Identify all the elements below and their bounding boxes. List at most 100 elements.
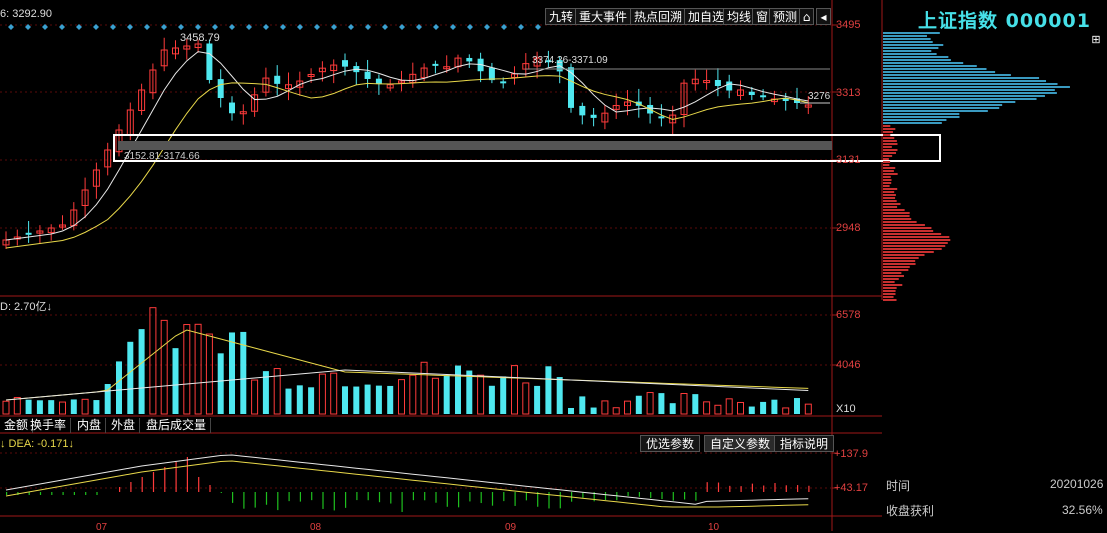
chip-bar: [883, 122, 942, 124]
chip-bar: [883, 149, 898, 151]
chip-bar: [883, 116, 960, 118]
macd-histogram-bar: [480, 492, 482, 504]
volume-bar: [330, 372, 338, 415]
chip-bar: [883, 140, 897, 142]
chip-bar: [883, 278, 899, 280]
export-icon[interactable]: ◂: [816, 8, 831, 25]
macd-histogram-bar: [763, 485, 765, 492]
signal-marker: [42, 24, 48, 30]
support-zone-label: 3152.81-3174.66: [124, 151, 200, 162]
candle-body-down: [748, 91, 755, 95]
profit-value: 32.56%: [1062, 503, 1103, 517]
toolbar-major-events-button[interactable]: 重大事件: [575, 8, 632, 25]
candle-body-down: [274, 75, 281, 84]
macd-histogram-bar: [232, 492, 234, 503]
volume-bar: [217, 353, 224, 414]
candle-body-down: [726, 81, 733, 91]
volume-bar: [364, 384, 371, 414]
volume-bar: [511, 365, 518, 415]
volume-bar: [116, 361, 122, 414]
chip-bar: [883, 38, 931, 40]
chip-bar: [883, 80, 1047, 82]
signal-marker: [348, 24, 354, 30]
high-price-label: 3458.79: [180, 32, 220, 44]
volume-bar: [590, 407, 597, 414]
chip-bar: [883, 221, 917, 223]
volume-bar: [522, 382, 530, 415]
chip-bar: [883, 110, 988, 112]
tab-outer-volume[interactable]: 外盘: [107, 418, 141, 433]
macd-histogram-bar: [785, 485, 787, 492]
support-zone-band: [118, 141, 832, 150]
volume-bar: [25, 399, 32, 414]
chip-bar: [883, 86, 1070, 88]
volume-bar: [782, 407, 790, 415]
chip-bar: [883, 293, 896, 295]
volume-bar: [81, 398, 89, 415]
signal-marker: [93, 24, 99, 30]
macd-histogram-bar: [469, 492, 471, 502]
chip-bar: [883, 62, 964, 64]
toolbar-hot-review-button[interactable]: 热点回溯: [630, 8, 687, 25]
last-price-label: 3276: [808, 91, 831, 102]
ma-readout: 6: 3292.90: [0, 8, 52, 20]
volume-bar: [466, 370, 473, 414]
macd-histogram-bar: [717, 482, 720, 492]
toolbar-add-watchlist-button[interactable]: 加自选: [684, 8, 729, 25]
chip-bar: [883, 134, 891, 136]
chip-bar: [883, 77, 1040, 79]
chip-bar: [883, 224, 925, 226]
chip-bar: [883, 101, 1016, 103]
volume-bar: [748, 406, 755, 414]
macd-histogram-bar: [390, 492, 392, 504]
macd-histogram-bar: [209, 485, 211, 492]
macd-histogram-bar: [378, 492, 381, 503]
candle-body-down: [500, 81, 507, 84]
signal-marker: [59, 24, 65, 30]
chip-bar: [883, 50, 932, 52]
time-axis-label: 09: [505, 522, 517, 533]
indicator-help-button[interactable]: 指标说明: [774, 435, 835, 452]
pin-icon[interactable]: ⌂: [799, 8, 814, 25]
candle-body-down: [229, 102, 235, 114]
chip-bar: [883, 65, 977, 67]
macd-histogram-bar: [299, 492, 301, 502]
candle-body-down: [432, 63, 439, 66]
toolbar-jiuzhuan-button[interactable]: 九转: [545, 8, 578, 25]
volume-bar: [534, 385, 541, 414]
signal-marker: [212, 24, 218, 30]
volume-bar: [127, 341, 134, 414]
volume-bar: [714, 404, 722, 415]
tab-turnover[interactable]: 换手率: [26, 418, 72, 433]
volume-bar: [2, 400, 10, 415]
macd-histogram-bar: [661, 492, 663, 500]
optimal-params-button[interactable]: 优选参数: [640, 435, 701, 452]
chip-bar: [883, 104, 1003, 106]
volume-bar: [172, 348, 179, 414]
macd-histogram-bar: [514, 492, 516, 506]
tab-inner-volume[interactable]: 内盘: [73, 418, 107, 433]
chip-bar: [883, 155, 893, 157]
macd-histogram-bar: [288, 492, 290, 502]
signal-marker: [518, 24, 524, 30]
volume-bar: [568, 407, 574, 414]
chip-bar: [883, 47, 939, 49]
chip-bar: [883, 281, 895, 283]
chip-bar: [883, 266, 910, 268]
chip-bar: [883, 215, 910, 217]
chip-bar: [883, 161, 891, 163]
kline-chart-canvas[interactable]: [0, 0, 1107, 531]
volume-bar: [794, 398, 800, 414]
tab-after-hours-volume[interactable]: 盘后成交量: [142, 418, 212, 433]
macd-histogram-bar: [638, 492, 640, 497]
toolbar-predict-button[interactable]: 预测: [769, 8, 802, 25]
expand-icon[interactable]: ⊞: [1090, 34, 1102, 46]
volume-bar: [545, 366, 552, 414]
chip-bar: [883, 254, 925, 256]
macd-histogram-bar: [198, 477, 200, 492]
chip-bar: [883, 92, 1057, 94]
toolbar-ma-button[interactable]: 均线: [723, 8, 756, 25]
volume-bar: [431, 377, 439, 415]
custom-params-button[interactable]: 自定义参数: [704, 435, 777, 452]
volume-bar: [703, 401, 711, 415]
